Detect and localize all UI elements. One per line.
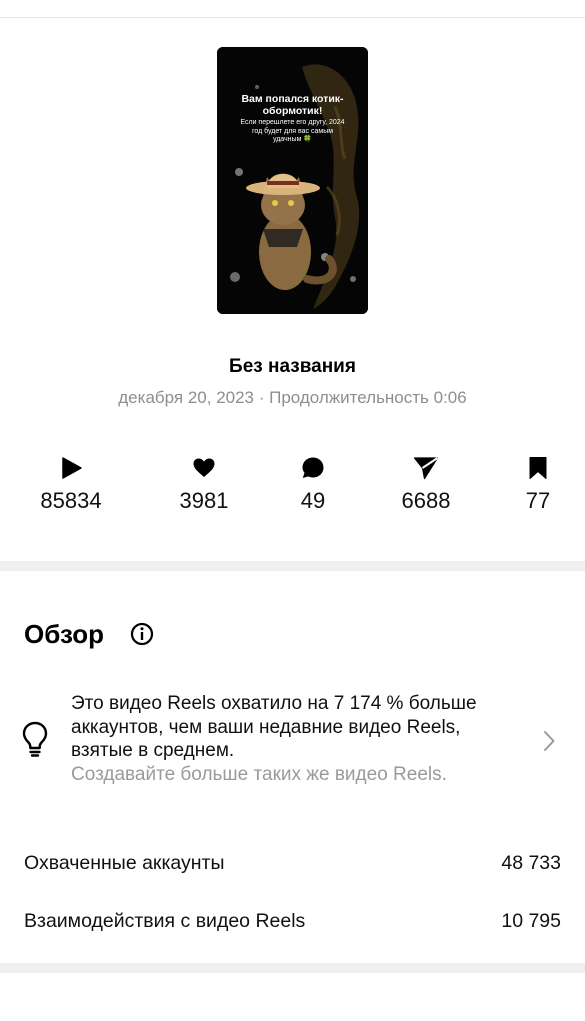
stat-value: 77 xyxy=(525,488,551,513)
play-icon xyxy=(62,457,82,479)
stat-value: 85834 xyxy=(40,488,102,513)
info-icon[interactable] xyxy=(130,622,154,646)
thumbnail-subtitle: Если перешлете его другу, 2024 год будет… xyxy=(240,119,345,143)
metric-label: Взаимодействия с видео Reels xyxy=(24,910,306,932)
lightbulb-icon xyxy=(22,721,48,757)
comment-icon xyxy=(302,457,324,478)
heart-icon xyxy=(193,458,215,477)
chevron-right-icon[interactable] xyxy=(542,730,556,752)
stat-value: 3981 xyxy=(179,488,229,513)
top-divider xyxy=(0,17,585,18)
insight-message: Это видео Reels охватило на 7 174 % боль… xyxy=(71,693,477,761)
stat-likes: 3981 xyxy=(159,456,249,514)
bookmark-icon xyxy=(529,457,547,479)
section-divider xyxy=(0,561,585,571)
reel-meta: декабря 20, 2023 · Продолжительность 0:0… xyxy=(118,388,467,407)
insight-text: Это видео Reels охватило на 7 174 % боль… xyxy=(71,692,521,786)
stat-saves: 77 xyxy=(493,456,583,514)
insight-hint: Создавайте больше таких же видео Reels. xyxy=(71,763,447,785)
reel-title: Без названия xyxy=(229,356,356,377)
reel-thumbnail[interactable]: Вам попался котик-обормотик! Если перешл… xyxy=(217,47,368,314)
metric-value: 10 795 xyxy=(501,910,561,932)
overview-title: Обзор xyxy=(24,619,104,649)
share-icon xyxy=(413,457,439,480)
stat-shares: 6688 xyxy=(381,456,471,514)
stat-plays: 85834 xyxy=(26,456,116,514)
stat-value: 6688 xyxy=(401,488,451,513)
stat-comments: 49 xyxy=(268,456,358,514)
stat-value: 49 xyxy=(300,488,326,513)
metric-label: Охваченные аккаунты xyxy=(24,852,225,874)
metric-value: 48 733 xyxy=(501,852,561,874)
thumbnail-image xyxy=(217,47,368,314)
thumbnail-title: Вам попался котик-обормотик! xyxy=(241,93,344,117)
section-divider xyxy=(0,963,585,973)
